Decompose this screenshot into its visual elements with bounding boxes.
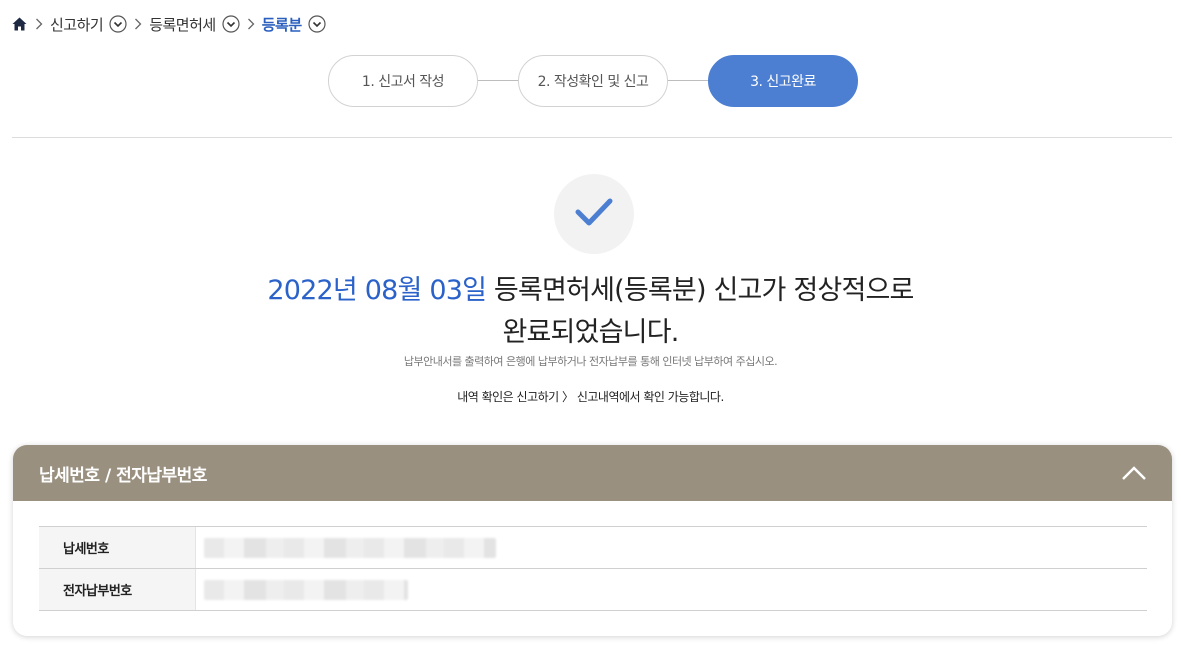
chevron-up-icon[interactable] (1120, 459, 1148, 487)
success-badge (554, 174, 634, 254)
payment-guide-text: 납부안내서를 출력하여 은행에 납부하거나 전자납부를 통해 인터넷 납부하여 … (403, 355, 778, 368)
chevron-right-icon (240, 16, 262, 32)
breadcrumb-item-label: 등록면허세 (149, 15, 216, 34)
chevron-right-icon (28, 16, 50, 32)
breadcrumb-item-report[interactable]: 신고하기 (50, 14, 127, 35)
step-connector (668, 80, 708, 81)
breadcrumb-item-license-tax[interactable]: 등록면허세 (149, 14, 240, 35)
redacted-value (204, 537, 496, 558)
breadcrumb-item-label: 등록분 (261, 15, 302, 34)
step-confirm: 2. 작성확인 및 신고 (518, 55, 668, 107)
table-row: 납세번호 (39, 527, 1147, 569)
home-icon[interactable] (12, 16, 28, 32)
checkmark-icon (575, 197, 613, 231)
table-row: 전자납부번호 (39, 569, 1147, 611)
completion-message-line2: 완료되었습니다. (502, 317, 679, 348)
chevron-down-circle-icon[interactable] (109, 15, 127, 33)
chevron-right-icon (127, 16, 149, 32)
e-payment-number-value (195, 569, 1147, 610)
breadcrumb: 신고하기 등록면허세 등록분 (12, 13, 326, 35)
tax-number-table: 납세번호 전자납부번호 (39, 526, 1147, 611)
section-divider (12, 137, 1172, 138)
redacted-value (204, 579, 408, 600)
chevron-down-circle-icon[interactable] (308, 15, 326, 33)
chevron-down-circle-icon[interactable] (222, 15, 240, 33)
history-guide-text: 내역 확인은 신고하기 〉 신고내역에서 확인 가능합니다. (457, 390, 724, 404)
step-complete: 3. 신고완료 (708, 55, 858, 107)
completion-message-text: 등록면허세(등록분) 신고가 정상적으로 (486, 275, 914, 306)
panel-header: 납세번호 / 전자납부번호 (13, 445, 1172, 501)
breadcrumb-item-label: 신고하기 (50, 15, 104, 34)
panel-title: 납세번호 / 전자납부번호 (39, 465, 207, 486)
step-connector (478, 80, 518, 81)
progress-stepper: 1. 신고서 작성 2. 작성확인 및 신고 3. 신고완료 (328, 55, 858, 107)
report-date: 2022년 08월 03일 (267, 275, 487, 306)
tax-number-panel: 납세번호 / 전자납부번호 납세번호 전자납부번호 (13, 445, 1172, 636)
tax-number-label: 납세번호 (39, 527, 195, 568)
step-write: 1. 신고서 작성 (328, 55, 478, 107)
tax-number-value (195, 527, 1147, 568)
completion-message: 2022년 08월 03일 등록면허세(등록분) 신고가 정상적으로 (0, 268, 1181, 307)
breadcrumb-item-registration[interactable]: 등록분 (262, 14, 326, 35)
e-payment-number-label: 전자납부번호 (39, 569, 195, 610)
